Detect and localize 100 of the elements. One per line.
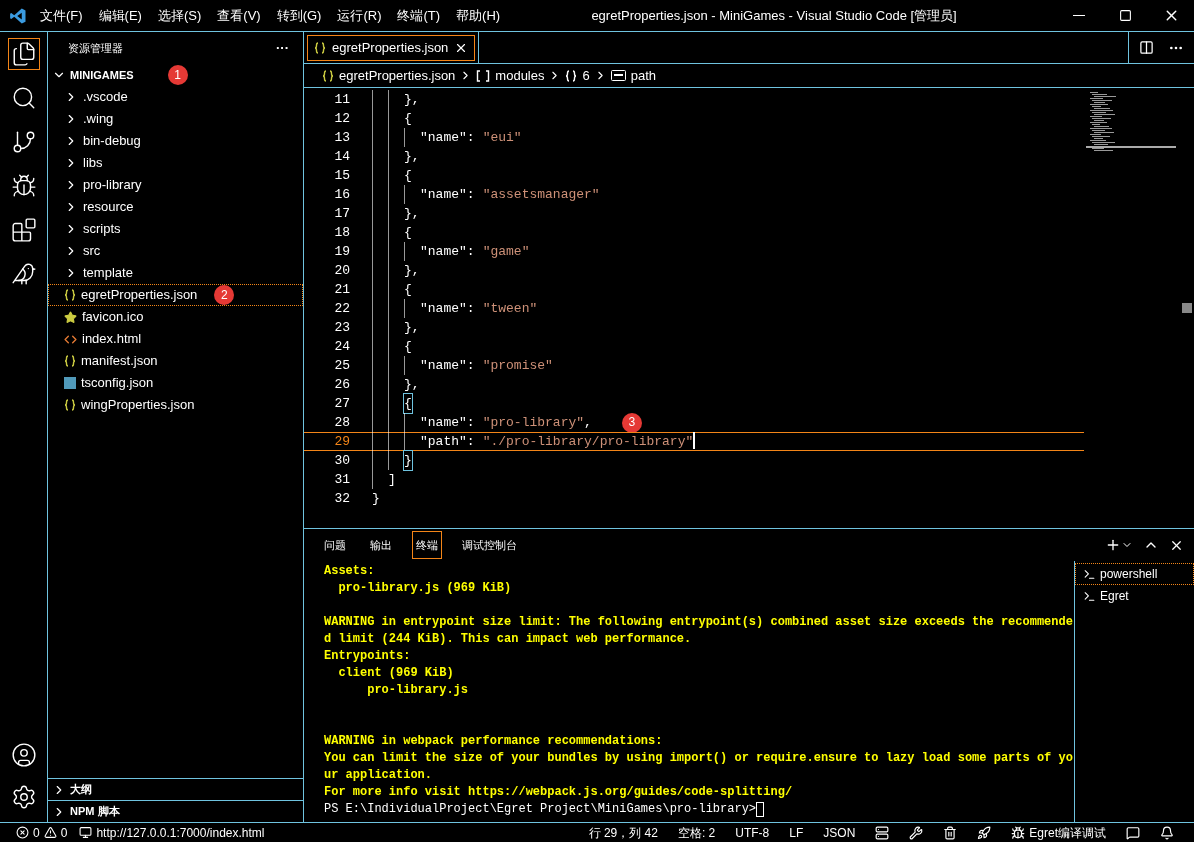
panel-tab[interactable]: 问题: [320, 531, 350, 559]
panel-tab[interactable]: 调试控制台: [458, 531, 521, 559]
status-item[interactable]: 行 29，列 42: [588, 823, 658, 842]
file-tree-item[interactable]: pro-library: [48, 174, 303, 196]
code-token: "game": [482, 242, 530, 261]
status-item[interactable]: Egret编译调试: [1011, 823, 1106, 842]
braces-icon: [314, 41, 326, 54]
warning-count[interactable]: 0: [60, 823, 68, 842]
scrollbar-thumb[interactable]: [1182, 303, 1192, 313]
line-number: 12: [333, 109, 351, 128]
settings-icon[interactable]: [10, 784, 37, 810]
file-tree-item[interactable]: scripts: [48, 218, 303, 240]
terminal-list-item[interactable]: powershell: [1075, 563, 1194, 585]
line-number: 25: [333, 356, 351, 375]
error-count[interactable]: 0: [33, 823, 40, 842]
line-number: 11: [333, 90, 351, 109]
status-item[interactable]: JSON: [823, 823, 856, 842]
status-item[interactable]: LF: [789, 823, 804, 842]
file-tree-item[interactable]: bin-debug: [48, 130, 303, 152]
code-token: :: [466, 128, 475, 147]
folder-title[interactable]: MINIGAMES: [70, 66, 134, 84]
menu-item[interactable]: 选择(S): [153, 5, 206, 26]
file-tree-item[interactable]: index.html: [48, 328, 303, 350]
rocket-icon[interactable]: [977, 825, 992, 840]
section-header[interactable]: NPM 脚本: [70, 803, 120, 820]
trash-icon[interactable]: [943, 825, 958, 840]
terminal-line: WARNING in entrypoint size limit: The following entrypoint(s) combined asset size exceeds the recommende: [324, 614, 1074, 631]
file-name: scripts: [83, 220, 121, 239]
tools-icon[interactable]: [909, 825, 924, 840]
number-badge: 1: [167, 65, 188, 85]
file-name: pro-library: [83, 176, 142, 195]
code-token: ]: [388, 470, 396, 489]
line-number: 18: [333, 223, 351, 242]
file-name: tsconfig.json: [81, 374, 154, 393]
status-item[interactable]: UTF-8: [735, 823, 770, 842]
minimap[interactable]: [1086, 90, 1176, 152]
panel-tab[interactable]: 输出: [366, 531, 396, 559]
line-number: 14: [333, 147, 351, 166]
file-tree-item[interactable]: libs: [48, 152, 303, 174]
status-item[interactable]: http://127.0.0.1:7000/index.html: [96, 823, 265, 842]
more-actions-button[interactable]: ···: [276, 38, 289, 58]
status-item[interactable]: 空格: 2: [677, 823, 716, 842]
account-icon[interactable]: [10, 742, 37, 768]
bell-icon[interactable]: [1160, 825, 1174, 840]
editor-tab[interactable]: egretProperties.json: [307, 34, 476, 61]
add-terminal-icon[interactable]: [1105, 537, 1121, 553]
file-tree-item[interactable]: manifest.json: [48, 350, 303, 372]
menu-item[interactable]: 查看(V): [213, 5, 265, 26]
split-editor-icon[interactable]: [1139, 40, 1154, 55]
breadcrumb-item[interactable]: modules: [495, 65, 545, 86]
breadcrumb-item[interactable]: 6: [582, 65, 590, 86]
file-name: egretProperties.json: [81, 286, 198, 305]
section-header[interactable]: 大纲: [70, 781, 92, 798]
file-tree-item[interactable]: egretProperties.json 2: [48, 284, 303, 306]
menu-item[interactable]: 运行(R): [333, 5, 386, 26]
code-token: "tween": [482, 299, 538, 318]
menu-item[interactable]: 帮助(H): [452, 5, 505, 26]
line-number: 23: [333, 318, 351, 337]
file-tree-item[interactable]: template: [48, 262, 303, 284]
menu-item[interactable]: 终端(T): [393, 5, 445, 26]
terminal-cursor: [756, 802, 765, 817]
code-token: },: [404, 261, 420, 280]
breadcrumb-item[interactable]: egretProperties.json: [339, 65, 456, 86]
braces-icon: [64, 399, 76, 411]
string-icon: [610, 70, 626, 81]
server-icon[interactable]: [875, 825, 890, 840]
file-tree-item[interactable]: src: [48, 240, 303, 262]
file-tree-item[interactable]: favicon.ico: [48, 306, 303, 328]
code-token: {: [404, 280, 412, 299]
activity-bar-button[interactable]: [7, 38, 40, 70]
line-number: 13: [333, 128, 351, 147]
file-tree-item[interactable]: .vscode: [48, 86, 303, 108]
code-token: "promise": [482, 356, 553, 375]
line-number: 19: [333, 242, 351, 261]
code-token: {: [404, 393, 412, 414]
file-tree-item[interactable]: wingProperties.json: [48, 394, 303, 416]
bird-icon: [10, 261, 37, 287]
terminal-line: pro-library.js: [366, 682, 470, 699]
code-token: {: [404, 109, 412, 128]
panel-tab[interactable]: 终端: [412, 531, 442, 559]
terminal-list-item[interactable]: Egret: [1075, 585, 1194, 607]
code-token: },: [404, 375, 420, 394]
file-tree-item[interactable]: tsconfig.json: [48, 372, 303, 394]
breadcrumb-item[interactable]: path: [630, 65, 657, 86]
file-tree-item[interactable]: resource: [48, 196, 303, 218]
terminal-line: Assets:: [324, 563, 376, 580]
monitor-icon: [79, 826, 93, 839]
menu-item[interactable]: 转到(G): [272, 5, 326, 26]
ts-file-icon: [64, 377, 76, 389]
feedback-icon[interactable]: [1126, 825, 1140, 840]
menu-item[interactable]: 文件(F): [36, 5, 87, 26]
bug-icon: [10, 173, 37, 199]
line-number: 15: [333, 166, 351, 185]
line-number: 16: [333, 185, 351, 204]
code-token: "name": [420, 356, 467, 375]
file-tree-item[interactable]: .wing: [48, 108, 303, 130]
code-token: "name": [420, 185, 467, 204]
code-token: :: [466, 242, 475, 261]
file-name: index.html: [82, 330, 142, 349]
menu-item[interactable]: 编辑(E): [94, 5, 146, 26]
